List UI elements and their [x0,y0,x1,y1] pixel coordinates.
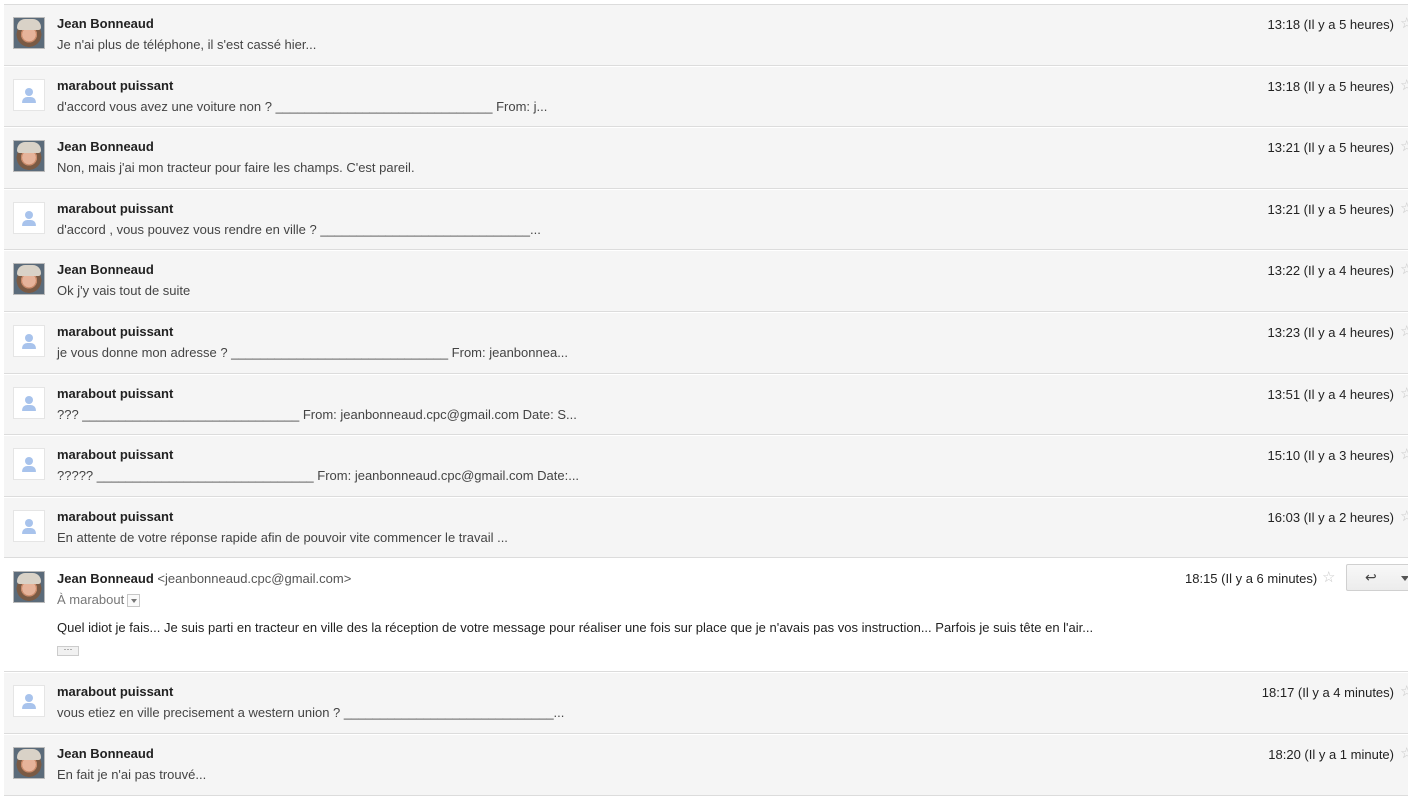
star-icon[interactable]: ☆ [1400,14,1408,32]
star-icon[interactable]: ☆ [1400,137,1408,155]
avatar[interactable] [13,448,45,481]
sender-name: marabout puissant [57,323,174,339]
message-date: 13:21 (Il y a 5 heures) [1267,201,1394,217]
message-row[interactable]: marabout puissant ??? __________________… [4,373,1408,436]
star-icon[interactable]: ☆ [1400,322,1408,340]
sender-name: Jean Bonneaud [57,16,154,31]
show-trimmed-content-button[interactable]: ··· [57,645,79,657]
message-snippet: ??? ______________________________ From:… [57,406,577,422]
avatar[interactable] [13,324,45,357]
message-date: 13:22 (Il y a 4 heures) [1267,263,1394,279]
message-row[interactable]: marabout puissant vous etiez en ville pr… [4,672,1408,734]
star-icon[interactable]: ☆ [1400,682,1408,700]
avatar[interactable] [13,571,45,604]
star-icon[interactable]: ☆ [1400,445,1408,463]
sender-name: Jean Bonneaud [57,571,154,587]
avatar[interactable] [13,201,45,234]
avatar[interactable] [13,386,45,419]
avatar[interactable] [13,140,45,173]
reply-icon: ↩ [1365,569,1377,586]
avatar[interactable] [13,746,45,779]
message-row[interactable]: Jean Bonneaud Je n'ai plus de téléphone,… [4,4,1408,66]
sender-email: <jeanbonneaud.cpc@gmail.com> [157,571,352,587]
message-date: 13:23 (Il y a 4 heures) [1267,324,1394,340]
message-row[interactable]: Jean Bonneaud Non, mais j'ai mon tracteu… [4,127,1408,189]
star-icon[interactable]: ☆ [1400,384,1408,402]
sender-name: Jean Bonneaud [57,262,154,278]
message-date: 18:17 (Il y a 4 minutes) [1261,685,1394,701]
message-snippet: Non, mais j'ai mon tracteur pour faire l… [57,160,415,176]
sender-name: marabout puissant [57,385,174,401]
message-snippet: vous etiez en ville precisement a wester… [57,705,565,721]
star-icon[interactable]: ☆ [1322,568,1335,586]
person-icon [25,333,33,342]
sender-name: marabout puissant [57,447,174,463]
star-icon[interactable]: ☆ [1400,260,1408,278]
star-icon[interactable]: ☆ [1400,744,1408,762]
message-row[interactable]: marabout puissant d'accord , vous pouvez… [4,188,1408,251]
person-icon [25,210,33,219]
message-snippet: d'accord vous avez une voiture non ? ___… [57,98,548,114]
message-snippet: je vous donne mon adresse ? ____________… [57,344,569,360]
message-snippet: Je n'ai plus de téléphone, il s'est cass… [57,37,317,52]
avatar[interactable] [13,78,45,111]
avatar[interactable] [13,17,45,49]
message-snippet: En attente de votre réponse rapide afin … [57,529,508,545]
details-dropdown-icon[interactable] [127,594,141,608]
star-icon[interactable]: ☆ [1400,199,1408,217]
person-icon [25,694,33,703]
message-snippet: Ok j'y vais tout de suite [57,283,191,299]
message-date: 13:51 (Il y a 4 heures) [1267,386,1394,402]
sender-name: marabout puissant [57,77,174,93]
sender-name: Jean Bonneaud [57,139,154,155]
message-snippet: ????? ______________________________ Fro… [57,468,580,484]
message-row[interactable]: marabout puissant je vous donne mon adre… [4,311,1408,374]
avatar[interactable] [13,509,45,542]
message-row[interactable]: Jean Bonneaud Ok j'y vais tout de suite … [4,250,1408,312]
recipient-line[interactable]: À marabout [57,592,141,608]
message-snippet: d'accord , vous pouvez vous rendre en vi… [57,221,541,237]
message-date: 13:21 (Il y a 5 heures) [1267,140,1394,156]
message-snippet: En fait je n'ai pas trouvé... [57,766,207,782]
star-icon[interactable]: ☆ [1400,507,1408,525]
message-date: 13:18 (Il y a 5 heures) [1267,17,1394,32]
message-date: 18:20 (Il y a 1 minute) [1268,746,1394,762]
person-icon [25,518,33,527]
conversation-thread: Jean Bonneaud Je n'ai plus de téléphone,… [4,4,1408,796]
message-date: 18:15 (Il y a 6 minutes) [1185,571,1318,587]
message-row[interactable]: marabout puissant En attente de votre ré… [4,496,1408,559]
message-body: Quel idiot je fais... Je suis parti en t… [57,620,1094,636]
message-date: 16:03 (Il y a 2 heures) [1267,509,1394,525]
sender-name: marabout puissant [57,200,174,216]
sender-name: Jean Bonneaud [57,745,154,761]
avatar[interactable] [13,263,45,296]
sender-name: marabout puissant [57,684,174,700]
message-row[interactable]: marabout puissant ????? ________________… [4,435,1408,497]
expanded-message: Jean Bonneaud <jeanbonneaud.cpc@gmail.co… [4,558,1408,673]
star-icon[interactable]: ☆ [1400,76,1408,94]
person-icon [25,457,33,466]
person-icon [25,87,33,96]
more-options-button[interactable] [1395,564,1408,592]
recipient-label: À marabout [57,592,125,608]
sender-header[interactable]: Jean Bonneaud <jeanbonneaud.cpc@gmail.co… [57,571,351,586]
message-date: 13:18 (Il y a 5 heures) [1267,78,1394,94]
avatar[interactable] [13,685,45,718]
message-row[interactable]: marabout puissant d'accord vous avez une… [4,65,1408,128]
reply-button[interactable]: ↩ [1346,564,1396,592]
person-icon [25,395,33,404]
sender-name: marabout puissant [57,508,174,524]
message-date: 15:10 (Il y a 3 heures) [1267,448,1394,464]
message-row[interactable]: Jean Bonneaud En fait je n'ai pas trouvé… [4,733,1408,796]
